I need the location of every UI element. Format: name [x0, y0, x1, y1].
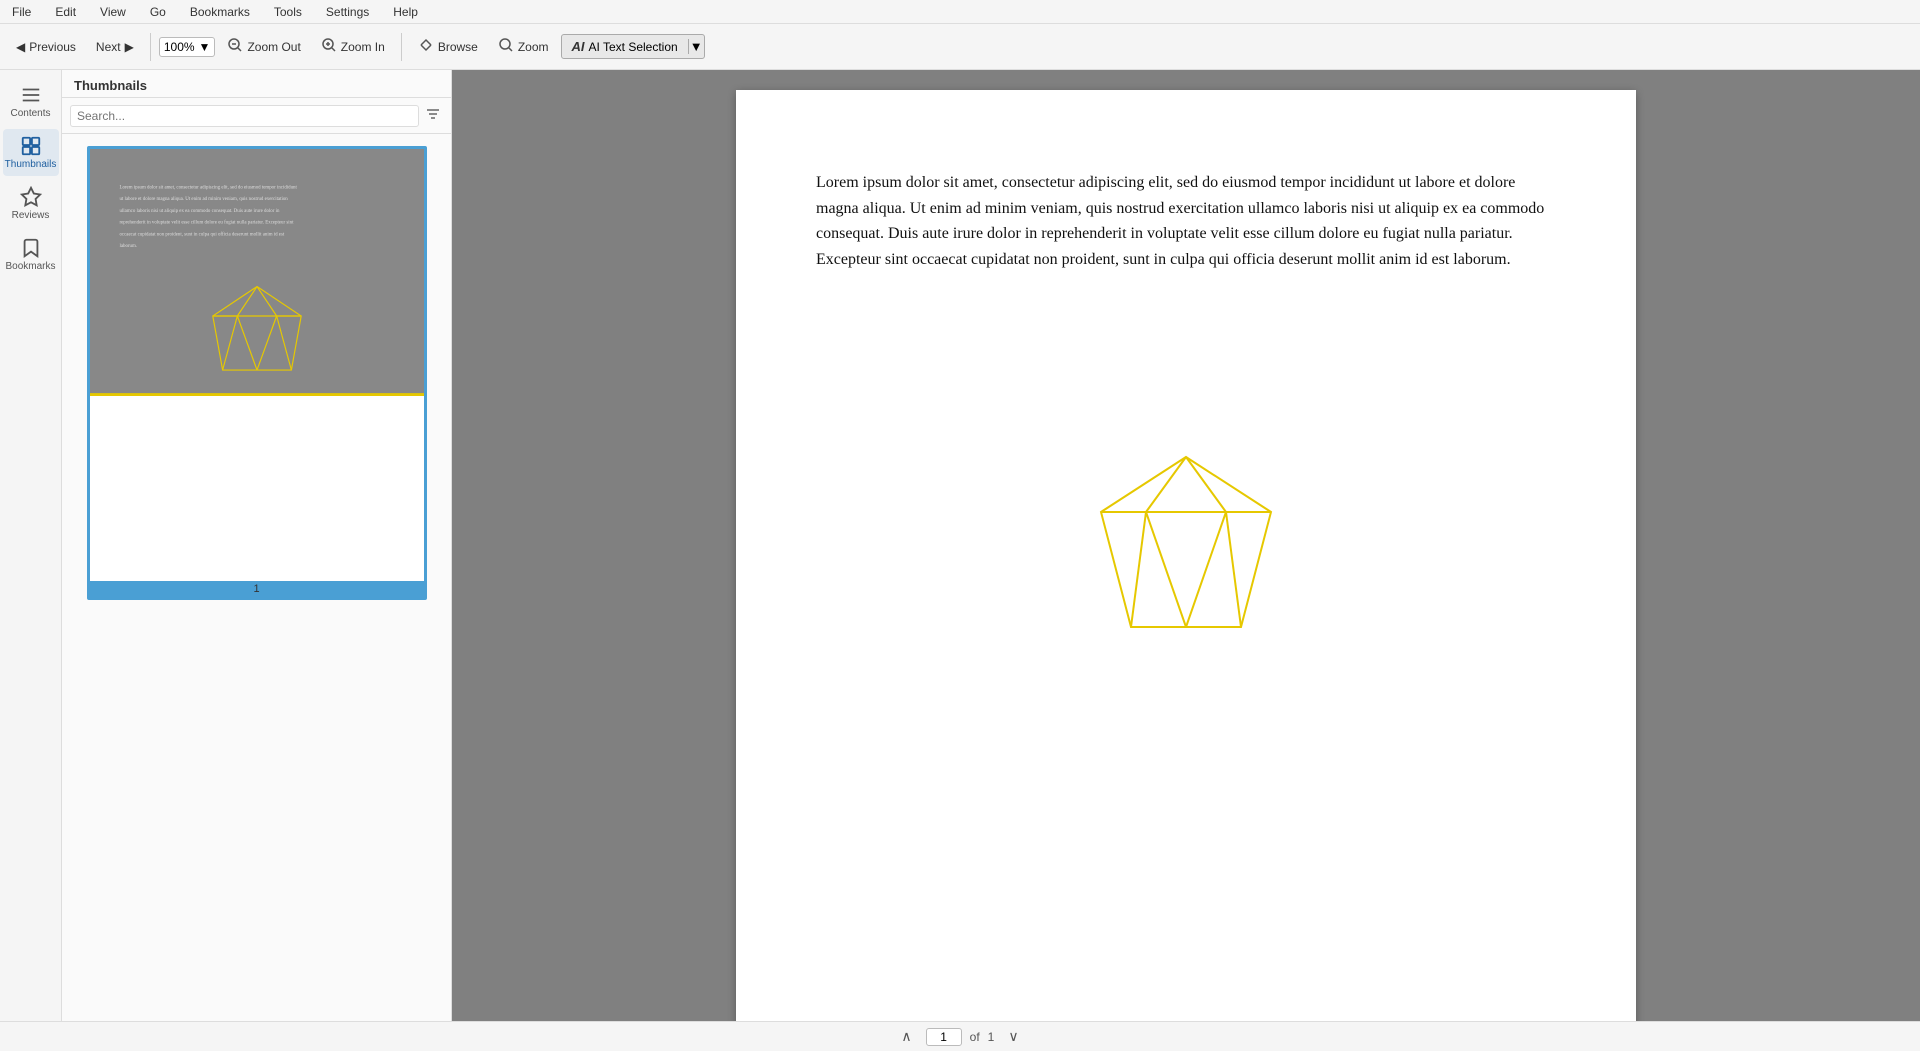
- separator-2: [401, 33, 402, 61]
- browse-icon: [418, 37, 434, 56]
- zoom-out-button[interactable]: Zoom Out: [219, 33, 308, 60]
- page-total-text: 1: [988, 1030, 995, 1044]
- diamond-svg: [1096, 452, 1276, 652]
- svg-text:reprehenderit in voluptate vel: reprehenderit in voluptate velit esse ci…: [119, 221, 294, 226]
- zoom-out-label: Zoom Out: [247, 40, 300, 54]
- thumbnails-content: Lorem ipsum dolor sit amet, consectetur …: [62, 134, 451, 1021]
- zoom-dropdown-icon: ▼: [199, 40, 211, 54]
- thumbnails-panel: Thumbnails: [62, 70, 452, 1021]
- menu-go[interactable]: Go: [146, 3, 170, 21]
- next-icon: ▶: [125, 40, 134, 54]
- text-selection-dropdown[interactable]: ▼: [688, 39, 704, 54]
- bookmarks-icon: [20, 237, 42, 259]
- zoom-in-label: Zoom In: [341, 40, 385, 54]
- filter-icon[interactable]: [423, 104, 443, 127]
- svg-text:ut labore et dolore magna aliq: ut labore et dolore magna aliqua. Ut eni…: [119, 197, 288, 202]
- thumbnail-page-1[interactable]: Lorem ipsum dolor sit amet, consectetur …: [87, 146, 427, 600]
- thumbnail-svg: Lorem ipsum dolor sit amet, consectetur …: [90, 149, 424, 581]
- separator-1: [150, 33, 151, 61]
- menu-view[interactable]: View: [96, 3, 130, 21]
- text-selection-label: AI Text Selection: [589, 40, 678, 54]
- page-number-input[interactable]: [926, 1028, 962, 1046]
- pdf-page: Lorem ipsum dolor sit amet, consectetur …: [736, 90, 1636, 1021]
- bookmarks-label: Bookmarks: [6, 261, 56, 272]
- reviews-icon: [20, 186, 42, 208]
- sidebar-item-thumbnails[interactable]: Thumbnails: [3, 129, 59, 176]
- page-prev-button[interactable]: ∧: [895, 1026, 917, 1047]
- ai-icon: AI: [572, 39, 585, 54]
- zoom-out-icon: [227, 37, 243, 56]
- contents-label: Contents: [10, 108, 50, 119]
- pdf-viewer[interactable]: Lorem ipsum dolor sit amet, consectetur …: [452, 70, 1920, 1021]
- zoom-in-icon: [321, 37, 337, 56]
- next-button[interactable]: Next ▶: [88, 36, 142, 58]
- thumbnails-search-bar: [62, 98, 451, 134]
- menubar: File Edit View Go Bookmarks Tools Settin…: [0, 0, 1920, 24]
- toolbar: ◀ Previous Next ▶ 100% ▼ Zoom Out: [0, 24, 1920, 70]
- zoom-value: 100%: [164, 40, 195, 54]
- zoom-tool-icon: [498, 37, 514, 56]
- diamond-container: [816, 452, 1556, 652]
- svg-text:ullamco laboris nisi ut aliqui: ullamco laboris nisi ut aliquip ex ea co…: [119, 209, 280, 214]
- previous-label: Previous: [29, 40, 76, 54]
- sidebar-item-bookmarks[interactable]: Bookmarks: [3, 231, 59, 278]
- zoom-tool-button[interactable]: Zoom: [490, 33, 557, 60]
- svg-text:laborum.: laborum.: [119, 244, 137, 249]
- thumbnail-page-number: 1: [90, 581, 424, 597]
- svg-text:Lorem ipsum dolor sit amet, co: Lorem ipsum dolor sit amet, consectetur …: [119, 185, 297, 190]
- bottom-bar: ∧ of 1 ∨: [0, 1021, 1920, 1051]
- zoom-tool-label: Zoom: [518, 40, 549, 54]
- zoom-select[interactable]: 100% ▼: [159, 37, 216, 57]
- menu-bookmarks[interactable]: Bookmarks: [186, 3, 254, 21]
- page-of-text: of: [970, 1030, 980, 1044]
- menu-file[interactable]: File: [8, 3, 35, 21]
- main-layout: Contents Thumbnails Reviews Bookmarks: [0, 70, 1920, 1021]
- menu-help[interactable]: Help: [389, 3, 422, 21]
- zoom-in-button[interactable]: Zoom In: [313, 33, 393, 60]
- contents-icon: [20, 84, 42, 106]
- svg-text:occaecat cupidatat non proiden: occaecat cupidatat non proident, sunt in…: [119, 232, 284, 237]
- menu-settings[interactable]: Settings: [322, 3, 373, 21]
- next-label: Next: [96, 40, 121, 54]
- previous-icon: ◀: [16, 40, 25, 54]
- previous-button[interactable]: ◀ Previous: [8, 36, 84, 58]
- text-selection-group: AI AI Text Selection ▼: [561, 34, 705, 59]
- reviews-label: Reviews: [12, 210, 50, 221]
- sidebar-item-reviews[interactable]: Reviews: [3, 180, 59, 227]
- page-next-button[interactable]: ∨: [1002, 1026, 1024, 1047]
- sidebar-icons: Contents Thumbnails Reviews Bookmarks: [0, 70, 62, 1021]
- thumbnails-header: Thumbnails: [62, 70, 451, 98]
- browse-label: Browse: [438, 40, 478, 54]
- browse-button[interactable]: Browse: [410, 33, 486, 60]
- thumbnails-label: Thumbnails: [5, 159, 57, 170]
- sidebar-item-contents[interactable]: Contents: [3, 78, 59, 125]
- thumbnails-icon: [20, 135, 42, 157]
- text-selection-button[interactable]: AI AI Text Selection: [562, 35, 688, 58]
- menu-tools[interactable]: Tools: [270, 3, 306, 21]
- pdf-body-text: Lorem ipsum dolor sit amet, consectetur …: [816, 170, 1556, 272]
- menu-edit[interactable]: Edit: [51, 3, 80, 21]
- search-input[interactable]: [70, 105, 419, 127]
